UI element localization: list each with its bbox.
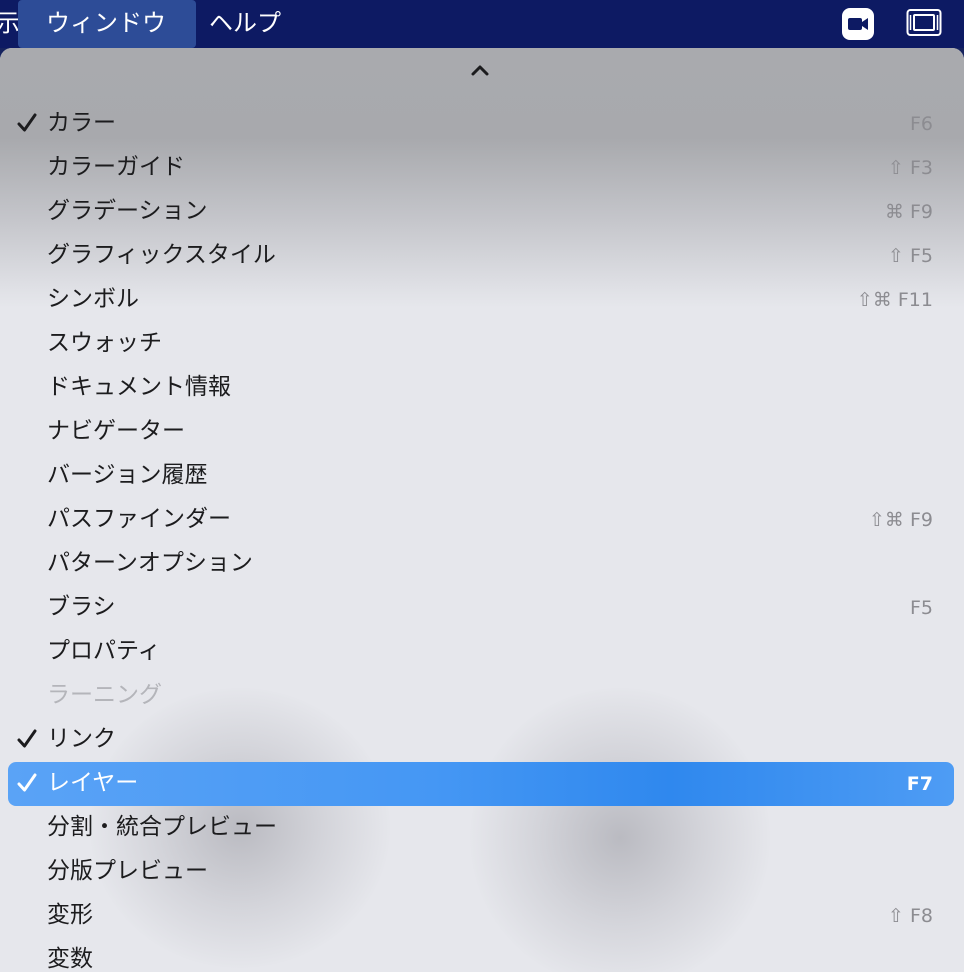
video-camera-icon[interactable]: [842, 8, 874, 40]
keyboard-shortcut: ⇧ F5: [888, 245, 933, 267]
menu-item-color-guide[interactable]: カラーガイド ⇧ F3: [0, 146, 964, 190]
menu-item-learn: ラーニング: [0, 674, 964, 718]
checkmark-icon: [16, 726, 38, 752]
menu-item-layers[interactable]: レイヤー F7: [0, 762, 964, 806]
keyboard-shortcut: ⇧ F8: [888, 905, 933, 927]
menu-item-label: 変形: [47, 902, 93, 928]
menu-item-label: グラフィックスタイル: [47, 242, 276, 268]
menu-item-symbols[interactable]: シンボル ⇧⌘ F11: [0, 278, 964, 322]
menu-list: カラー F6 カラーガイド ⇧ F3 グラデーション ⌘ F9 グラフィックスタイル ⇧ F5…: [0, 102, 964, 972]
checkmark-icon: [16, 110, 38, 136]
menu-item-label: ナビゲーター: [47, 418, 185, 444]
keyboard-shortcut: ⌘ F9: [884, 201, 933, 223]
menu-item-variables[interactable]: 変数: [0, 938, 964, 972]
menubar-item-partial[interactable]: 示: [0, 9, 20, 37]
menu-item-swatches[interactable]: スウォッチ: [0, 322, 964, 366]
menu-item-label: バージョン履歴: [47, 462, 208, 488]
menu-item-pattern-options[interactable]: パターンオプション: [0, 542, 964, 586]
menu-item-graphic-styles[interactable]: グラフィックスタイル ⇧ F5: [0, 234, 964, 278]
menu-item-label: カラー: [47, 110, 116, 136]
menu-item-label: カラーガイド: [47, 154, 185, 180]
menu-item-label: リンク: [47, 726, 116, 752]
menu-item-label: パターンオプション: [47, 550, 253, 576]
menu-item-label: 分版プレビュー: [47, 858, 208, 884]
keyboard-shortcut: ⇧⌘ F9: [869, 509, 933, 531]
keyboard-shortcut: ⇧ F3: [888, 157, 933, 179]
menu-item-label: スウォッチ: [47, 330, 162, 356]
menu-item-label: ブラシ: [47, 594, 116, 620]
keyboard-shortcut: ⇧⌘ F11: [856, 289, 933, 311]
keyboard-shortcut: F6: [909, 113, 933, 135]
menu-item-flattener-preview[interactable]: 分割・統合プレビュー: [0, 806, 964, 850]
menu-item-pathfinder[interactable]: パスファインダー ⇧⌘ F9: [0, 498, 964, 542]
menu-item-color[interactable]: カラー F6: [0, 102, 964, 146]
menu-item-label: グラデーション: [47, 198, 208, 224]
keyboard-shortcut: F5: [909, 597, 933, 619]
menu-item-label: ラーニング: [47, 682, 162, 708]
menu-item-label: レイヤー: [47, 770, 139, 796]
menu-item-properties[interactable]: プロパティ: [0, 630, 964, 674]
menu-item-label: ドキュメント情報: [47, 374, 231, 400]
menu-item-transform[interactable]: 変形 ⇧ F8: [0, 894, 964, 938]
menu-bar: 示 ウィンドウ ヘルプ: [0, 0, 964, 48]
selection-highlight: [8, 762, 954, 806]
menu-item-label: 分割・統合プレビュー: [47, 814, 277, 840]
checkmark-icon: [16, 770, 38, 796]
chevron-up-icon[interactable]: [466, 60, 494, 80]
menu-item-label: シンボル: [47, 286, 139, 312]
menu-item-label: パスファインダー: [47, 506, 231, 532]
menubar-item-help[interactable]: ヘルプ: [209, 0, 281, 48]
keyboard-shortcut: F7: [906, 773, 933, 795]
menu-item-links[interactable]: リンク: [0, 718, 964, 762]
window-menu-dropdown: カラー F6 カラーガイド ⇧ F3 グラデーション ⌘ F9 グラフィックスタイル ⇧ F5…: [0, 48, 964, 972]
menu-item-navigator[interactable]: ナビゲーター: [0, 410, 964, 454]
menu-item-brushes[interactable]: ブラシ F5: [0, 586, 964, 630]
menu-item-label: 変数: [47, 946, 93, 972]
menu-item-document-info[interactable]: ドキュメント情報: [0, 366, 964, 410]
menubar-item-window[interactable]: ウィンドウ: [18, 0, 196, 48]
menu-item-label: プロパティ: [47, 638, 161, 664]
menu-item-version-history[interactable]: バージョン履歴: [0, 454, 964, 498]
screen-mirroring-icon[interactable]: [906, 8, 942, 38]
menu-item-separations-preview[interactable]: 分版プレビュー: [0, 850, 964, 894]
menu-item-gradient[interactable]: グラデーション ⌘ F9: [0, 190, 964, 234]
